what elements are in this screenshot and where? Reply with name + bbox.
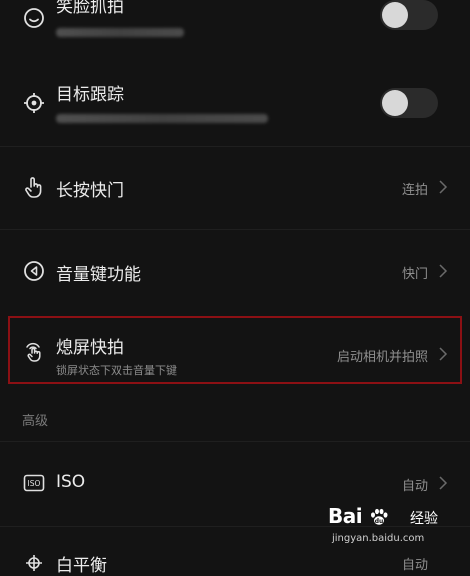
watermark-brand: Bai (328, 504, 363, 528)
watermark-label: 经验 (410, 511, 438, 527)
chevron-right-icon (438, 475, 448, 491)
target-tracking-toggle[interactable] (380, 88, 438, 118)
setting-row-volume-key[interactable]: 音量键功能 快门 (0, 230, 470, 312)
chevron-right-icon (438, 263, 448, 279)
toggle-knob (382, 2, 408, 28)
volume-play-icon (22, 259, 46, 283)
watermark-url: jingyan.baidu.com (332, 533, 425, 544)
setting-value: 连拍 (401, 183, 428, 198)
setting-row-long-press-shutter[interactable]: 长按快门 连拍 (0, 147, 470, 227)
setting-title: 笑脸抓拍 (56, 0, 124, 17)
blurred-description (56, 114, 268, 123)
setting-title: 长按快门 (56, 181, 124, 201)
setting-row-face-shot[interactable]: 笑脸抓拍 (0, 0, 470, 58)
svg-text:ISO: ISO (28, 479, 41, 488)
toggle-knob (382, 90, 408, 116)
paw-icon: du (368, 506, 390, 528)
setting-value: 自动 (401, 479, 428, 494)
svg-text:du: du (375, 518, 384, 525)
highlight-annotation-box (8, 316, 462, 384)
crosshair-icon (22, 91, 46, 115)
hand-pointer-icon (22, 175, 46, 199)
setting-title: 目标跟踪 (56, 85, 124, 105)
setting-value: 快门 (401, 267, 428, 282)
baidu-jingyan-watermark: Bai du 经验 jingyan.baidu.com (326, 504, 446, 550)
setting-title: 音量键功能 (56, 265, 141, 285)
setting-row-target-tracking[interactable]: 目标跟踪 (0, 70, 470, 144)
blurred-description (56, 28, 184, 37)
setting-value: 自动 (401, 558, 428, 573)
chevron-right-icon (438, 179, 448, 195)
iso-icon: ISO (22, 471, 46, 495)
face-shot-toggle[interactable] (380, 0, 438, 30)
setting-title: 白平衡 (56, 556, 107, 576)
white-balance-icon (22, 551, 46, 575)
smile-icon (22, 6, 46, 30)
setting-title: ISO (56, 472, 86, 492)
section-header-advanced: 高级 (22, 414, 49, 429)
